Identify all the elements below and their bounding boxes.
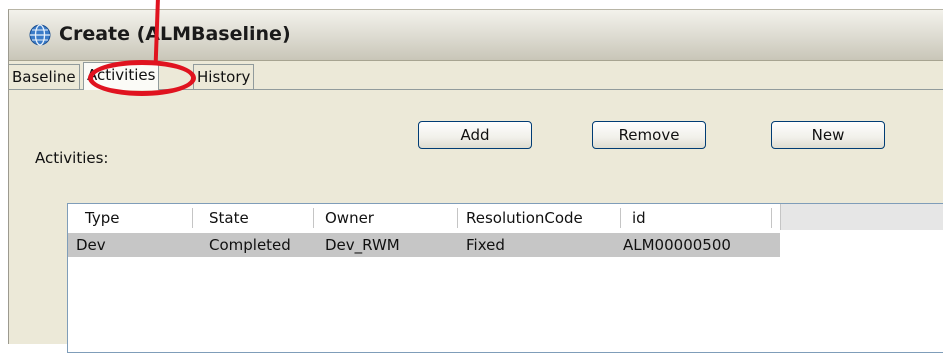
annotation-circle [88, 60, 196, 96]
window-title: Create (ALMBaseline) [59, 23, 291, 45]
cell-state: Completed [209, 236, 291, 254]
column-header-id[interactable]: id [632, 204, 646, 232]
add-button[interactable]: Add [418, 121, 532, 149]
globe-icon [29, 24, 51, 46]
remove-button[interactable]: Remove [592, 121, 706, 149]
tab-history[interactable]: History [193, 64, 255, 89]
cell-owner: Dev_RWM [325, 236, 400, 254]
column-divider[interactable] [192, 208, 193, 228]
header-filler [780, 204, 943, 230]
table-row[interactable]: Dev Completed Dev_RWM Fixed ALM00000500 [68, 233, 780, 257]
column-header-owner[interactable]: Owner [325, 204, 374, 232]
tab-baseline[interactable]: Baseline [9, 64, 80, 89]
column-divider[interactable] [771, 208, 772, 228]
column-header-resolutioncode[interactable]: ResolutionCode [466, 204, 583, 232]
table-header: Type State Owner ResolutionCode id [68, 204, 943, 232]
activities-panel: Activities: Add Remove New Type State Ow… [9, 90, 943, 353]
column-header-type[interactable]: Type [85, 204, 119, 232]
column-divider[interactable] [620, 208, 621, 228]
activities-label: Activities: [35, 149, 109, 167]
cell-id: ALM00000500 [623, 236, 731, 254]
column-divider[interactable] [313, 208, 314, 228]
column-header-state[interactable]: State [209, 204, 249, 232]
column-divider[interactable] [457, 208, 458, 228]
activities-table[interactable]: Type State Owner ResolutionCode id Dev C… [67, 203, 943, 353]
cell-type: Dev [76, 236, 106, 254]
cell-resolutioncode: Fixed [466, 236, 505, 254]
new-button[interactable]: New [771, 121, 885, 149]
title-bar: Create (ALMBaseline) [9, 10, 943, 61]
